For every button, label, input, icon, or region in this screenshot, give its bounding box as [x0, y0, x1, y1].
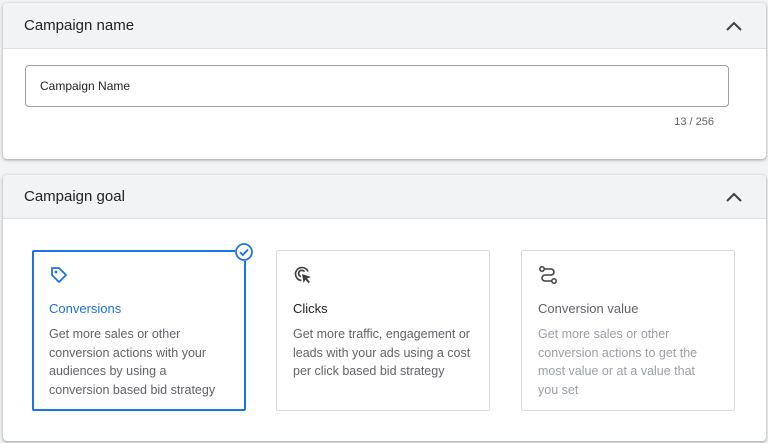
goal-option-conversion-value[interactable]: Conversion value Get more sales or other…: [521, 250, 735, 411]
campaign-goal-card: Campaign goal Conversions Get more sales…: [3, 175, 766, 441]
tag-icon: [51, 267, 67, 283]
goal-description: Get more sales or other conversion actio…: [538, 327, 698, 397]
campaign-goal-header[interactable]: Campaign goal: [3, 175, 766, 219]
campaign-name-input[interactable]: [40, 79, 714, 93]
goal-title: Conversions: [49, 301, 122, 316]
collapse-campaign-name-button[interactable]: [724, 16, 744, 36]
goal-options: Conversions Get more sales or other conv…: [3, 219, 766, 441]
route-icon: [539, 266, 557, 284]
campaign-name-title: Campaign name: [24, 17, 135, 34]
goal-option-clicks[interactable]: Clicks Get more traffic, engagement or l…: [276, 250, 490, 411]
cursor-click-icon: [294, 266, 311, 284]
goal-description: Get more sales or other conversion actio…: [49, 327, 216, 397]
goal-option-conversions[interactable]: Conversions Get more sales or other conv…: [32, 243, 253, 411]
campaign-name-header[interactable]: Campaign name: [3, 3, 766, 49]
campaign-name-card: Campaign name 13 / 256: [3, 3, 766, 159]
character-counter: 13 / 256: [674, 116, 714, 128]
check-circle-icon: [235, 243, 253, 261]
goal-title: Clicks: [293, 301, 328, 316]
collapse-campaign-goal-button[interactable]: [724, 187, 744, 207]
chevron-up-icon: [726, 192, 742, 202]
campaign-name-field[interactable]: [25, 65, 729, 107]
chevron-up-icon: [726, 21, 742, 31]
goal-description: Get more traffic, engagement or leads wi…: [293, 327, 471, 378]
campaign-goal-title: Campaign goal: [24, 188, 125, 205]
goal-title: Conversion value: [538, 301, 639, 316]
